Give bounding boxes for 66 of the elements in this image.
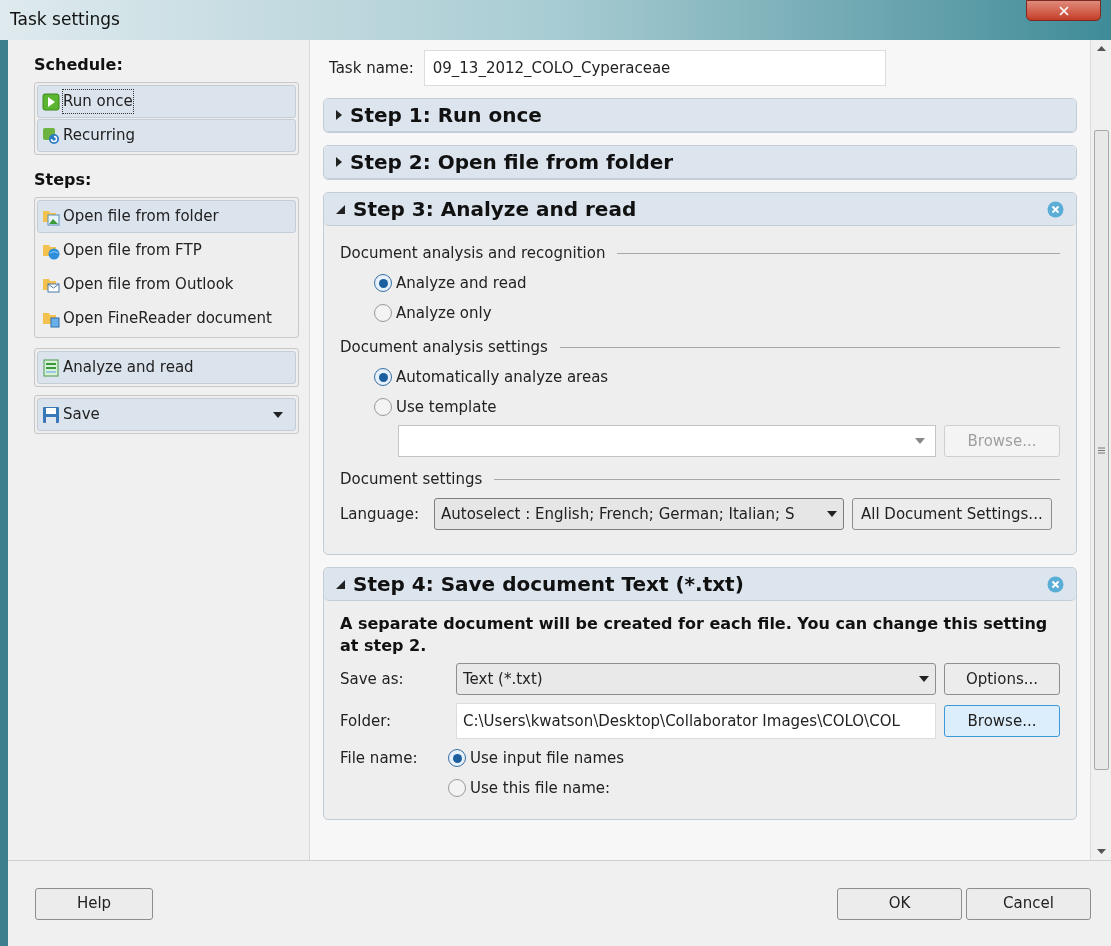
dropdown[interactable]: Autoselect : English; French; German; Italian; S <box>434 498 844 530</box>
scrollbar[interactable] <box>1090 40 1111 860</box>
step-header[interactable]: Step 1: Run once <box>324 99 1076 132</box>
browse-button[interactable]: Browse... <box>944 705 1060 737</box>
radio-button[interactable] <box>374 398 392 416</box>
group-heading: Steps: <box>34 169 93 191</box>
radio-label[interactable]: Analyze only <box>396 301 492 325</box>
field-label: Task name: <box>329 57 414 79</box>
dropdown[interactable]: Text (*.txt) <box>456 663 936 695</box>
grip-icon <box>1097 446 1105 454</box>
sidebar-item[interactable]: Save <box>37 398 296 431</box>
scroll-up-icon[interactable] <box>1096 46 1106 51</box>
step-header[interactable]: Step 2: Open file from folder <box>324 146 1076 179</box>
field-label: Folder: <box>340 710 393 732</box>
collapse-triangle-icon <box>336 579 345 589</box>
group-heading: Schedule: <box>34 54 124 76</box>
scroll-down-icon[interactable] <box>1096 849 1106 854</box>
sidebar-item[interactable]: Run once <box>37 85 296 118</box>
caret-icon <box>919 676 929 682</box>
sidebar-item[interactable]: Open FineReader document <box>37 302 296 335</box>
sidebar-item[interactable]: Open file from folder <box>37 200 296 233</box>
radio-button[interactable] <box>448 779 466 797</box>
sidebar-item[interactable]: Open file from FTP <box>37 234 296 267</box>
radio-button[interactable] <box>448 749 466 767</box>
browse-button[interactable]: All Document Settings... <box>852 498 1052 530</box>
radio-button[interactable] <box>374 274 392 292</box>
section-heading: Document settings <box>340 468 483 490</box>
step-header[interactable]: Step 3: Analyze and read <box>324 193 1076 226</box>
remove-icon[interactable] <box>1047 575 1064 593</box>
close-button[interactable] <box>1026 0 1101 21</box>
radio-label[interactable]: Automatically analyze areas <box>396 365 609 389</box>
window-title: Task settings <box>9 8 120 32</box>
radio-button[interactable] <box>374 304 392 322</box>
dialog-button[interactable]: OK <box>837 887 962 920</box>
section-heading: Document analysis settings <box>340 336 548 358</box>
folder-field[interactable]: C:\Users\kwatson\Desktop\Collaborator Images\COLO\COL <box>456 703 936 739</box>
expand-triangle-icon <box>336 157 342 167</box>
sidebar-item[interactable]: Open file from Outlook <box>37 268 296 301</box>
browse-button[interactable]: Options... <box>944 663 1060 695</box>
field-label: File name: <box>340 748 419 769</box>
document-lines-icon <box>42 358 60 377</box>
radio-label[interactable]: Analyze and read <box>396 271 527 295</box>
radio-label[interactable]: Use input file names <box>470 746 625 770</box>
template-dropdown[interactable] <box>398 425 936 457</box>
recurring-icon <box>42 126 60 145</box>
scrollbar-thumb[interactable] <box>1093 130 1109 770</box>
sidebar-item[interactable]: Recurring <box>37 119 296 152</box>
remove-icon[interactable] <box>1047 200 1064 218</box>
expand-triangle-icon <box>336 110 342 120</box>
radio-label[interactable]: Use this file name: <box>470 776 611 800</box>
section-heading: Document analysis and recognition <box>340 242 606 264</box>
step-header[interactable]: Step 4: Save document Text (*.txt) <box>324 568 1076 601</box>
play-icon <box>42 92 60 111</box>
collapse-triangle-icon <box>336 204 345 214</box>
help-button[interactable]: Help <box>35 887 153 920</box>
caret-icon <box>273 411 283 418</box>
radio-label[interactable]: Use template <box>396 395 497 419</box>
info-note: A separate document will be created for each file. You can change this setting at step 2. <box>340 613 1049 657</box>
field-label: Save as: <box>340 668 405 690</box>
caret-icon <box>827 511 837 517</box>
caret-icon <box>915 438 925 444</box>
sidebar-item[interactable]: Analyze and read <box>37 351 296 384</box>
dialog-button[interactable]: Cancel <box>966 887 1091 920</box>
task-name-field[interactable]: 09_13_2012_COLO_Cyperaceae <box>423 50 886 86</box>
field-label: Language: <box>340 503 421 525</box>
radio-button[interactable] <box>374 368 392 386</box>
